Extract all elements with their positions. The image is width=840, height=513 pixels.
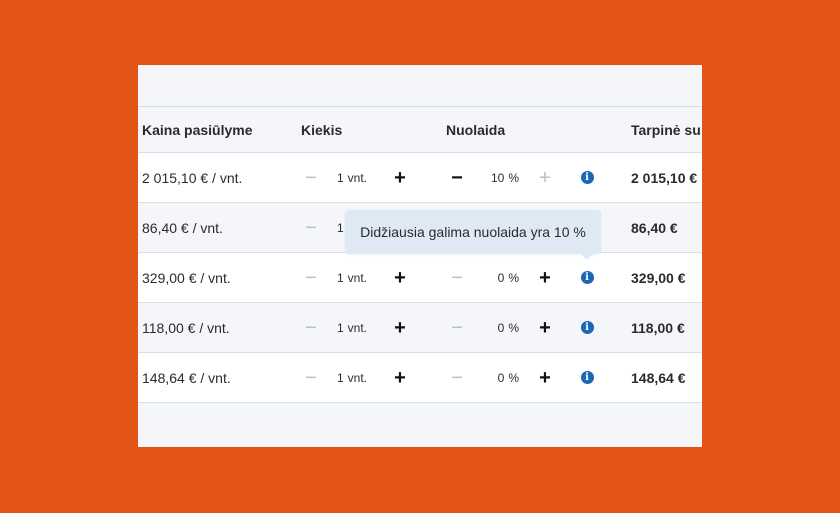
quantity-value: 1vnt. — [330, 303, 374, 352]
info-icon: i — [580, 271, 594, 284]
discount-info-button[interactable]: i — [579, 303, 595, 352]
row-subtotal: 329,00 € — [631, 269, 686, 286]
quantity-decrease-button[interactable]: − — [301, 253, 321, 302]
row-subtotal: 86,40 € — [631, 219, 678, 236]
minus-icon: − — [305, 316, 317, 339]
info-icon: i — [580, 371, 594, 384]
plus-icon: + — [539, 166, 551, 189]
plus-icon: + — [394, 316, 406, 339]
discount-value: 0% — [483, 353, 519, 402]
quote-items-table: Kaina pasiūlyme Kiekis Nuolaida Tarpinė … — [138, 106, 702, 403]
quantity-increase-button[interactable]: + — [390, 353, 410, 402]
quantity-unit: vnt. — [347, 270, 368, 285]
quantity-decrease-button[interactable]: − — [301, 303, 321, 352]
quantity-value: 1vnt. — [330, 153, 374, 202]
tooltip-arrow — [581, 254, 593, 260]
quantity-value: 1vnt. — [330, 253, 374, 302]
quantity-increase-button[interactable]: + — [390, 253, 410, 302]
plus-icon: + — [394, 266, 406, 289]
quantity-unit: vnt. — [347, 370, 368, 385]
header-price: Kaina pasiūlyme — [142, 121, 253, 138]
discount-unit: % — [508, 170, 519, 185]
minus-icon: − — [451, 366, 463, 389]
plus-icon: + — [394, 366, 406, 389]
discount-number: 10 — [490, 170, 505, 185]
header-quantity: Kiekis — [301, 121, 343, 138]
discount-increase-button[interactable]: + — [535, 253, 555, 302]
table-row: 148,64 € / vnt. −1 vnt. + −0% + i 148,64 € — [138, 353, 702, 403]
unit-price: 86,40 € / vnt. — [142, 219, 223, 236]
discount-increase-button[interactable]: + — [535, 153, 555, 202]
minus-icon: − — [305, 166, 317, 189]
minus-icon: − — [305, 266, 317, 289]
row-subtotal: 118,00 € — [631, 319, 685, 336]
discount-increase-button[interactable]: + — [535, 303, 555, 352]
discount-value: 0% — [483, 303, 519, 352]
discount-number: 0 — [497, 320, 505, 335]
discount-info-button[interactable]: i — [579, 253, 595, 302]
unit-price: 118,00 € / vnt. — [142, 319, 230, 336]
quantity-decrease-button[interactable]: − — [301, 353, 321, 402]
discount-unit: % — [508, 370, 519, 385]
quote-panel: Kaina pasiūlyme Kiekis Nuolaida Tarpinė … — [138, 65, 702, 447]
discount-value: 10% — [483, 153, 519, 202]
minus-icon: − — [451, 166, 463, 189]
discount-info-button[interactable]: i — [579, 353, 595, 402]
discount-number: 0 — [497, 270, 505, 285]
plus-icon: + — [539, 266, 551, 289]
discount-unit: % — [508, 320, 519, 335]
table-header: Kaina pasiūlyme Kiekis Nuolaida Tarpinė … — [138, 107, 702, 153]
quantity-value: 1vnt. — [330, 353, 374, 402]
unit-price: 148,64 € / vnt. — [142, 369, 231, 386]
discount-info-button[interactable]: i — [579, 153, 595, 202]
discount-decrease-button[interactable]: − — [447, 153, 467, 202]
quantity-number: 1 — [336, 220, 344, 235]
minus-icon: − — [305, 216, 317, 239]
discount-decrease-button[interactable]: − — [447, 253, 467, 302]
quantity-decrease-button[interactable]: − — [301, 153, 321, 202]
header-subtotal: Tarpinė su — [631, 121, 701, 138]
discount-tooltip: Didžiausia galima nuolaida yra 10 % — [345, 210, 601, 254]
quantity-increase-button[interactable]: + — [390, 303, 410, 352]
quantity-increase-button[interactable]: + — [390, 153, 410, 202]
quantity-number: 1 — [336, 170, 344, 185]
unit-price: 329,00 € / vnt. — [142, 269, 231, 286]
table-row: 329,00 € / vnt. −1 vnt. + −0% + i 329,00 € — [138, 253, 702, 303]
plus-icon: + — [539, 366, 551, 389]
minus-icon: − — [451, 316, 463, 339]
row-subtotal: 2 015,10 € — [631, 169, 698, 186]
discount-number: 0 — [497, 370, 505, 385]
unit-price: 2 015,10 € / vnt. — [142, 169, 243, 186]
quantity-decrease-button[interactable]: − — [301, 203, 321, 252]
tooltip-text: Didžiausia galima nuolaida yra 10 % — [360, 224, 586, 240]
minus-icon: − — [305, 366, 317, 389]
discount-decrease-button[interactable]: − — [447, 353, 467, 402]
table-row: 2 015,10 € / vnt. −1 vnt. + −10% + i 2 015,10 € — [138, 153, 702, 203]
header-discount: Nuolaida — [446, 121, 506, 138]
discount-value: 0% — [483, 253, 519, 302]
minus-icon: − — [451, 266, 463, 289]
row-subtotal: 148,64 € — [631, 369, 686, 386]
plus-icon: + — [539, 316, 551, 339]
info-icon: i — [580, 171, 594, 184]
quantity-unit: vnt. — [347, 320, 368, 335]
discount-unit: % — [508, 270, 519, 285]
quantity-number: 1 — [336, 370, 344, 385]
quantity-number: 1 — [336, 320, 344, 335]
discount-increase-button[interactable]: + — [535, 353, 555, 402]
plus-icon: + — [394, 166, 406, 189]
info-icon: i — [580, 321, 594, 334]
table-row: 118,00 € / vnt. −1 vnt. + −0% + i 118,00 € — [138, 303, 702, 353]
quantity-number: 1 — [336, 270, 344, 285]
quantity-unit: vnt. — [347, 170, 368, 185]
discount-decrease-button[interactable]: − — [447, 303, 467, 352]
